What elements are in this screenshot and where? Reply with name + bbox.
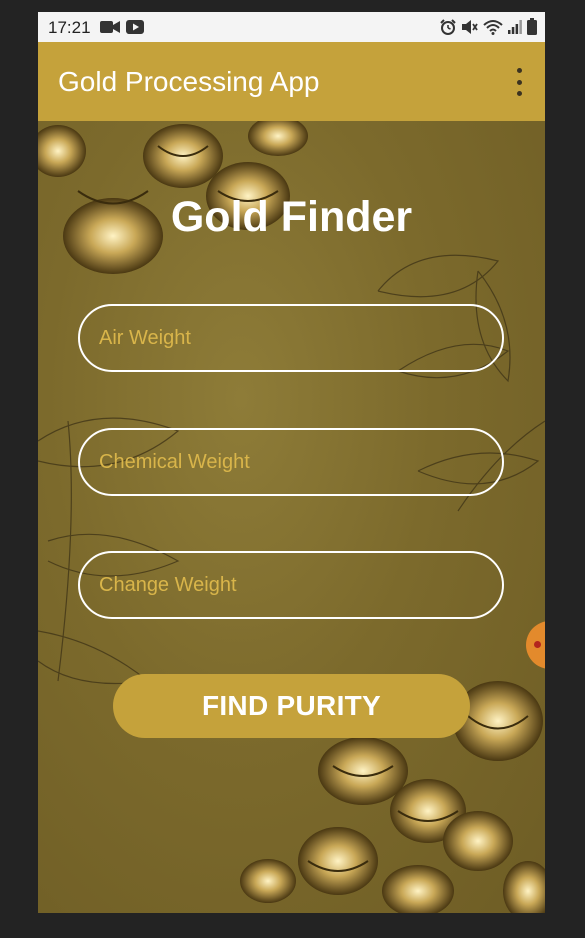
status-left-icons xyxy=(100,20,144,34)
phone-screen: 17:21 Gold Processing App Gold Finder Ai… xyxy=(38,12,545,913)
signal-icon xyxy=(508,19,522,34)
status-right-icons xyxy=(440,18,537,35)
youtube-icon xyxy=(126,20,144,34)
air-weight-input[interactable] xyxy=(78,304,504,372)
change-weight-input[interactable] xyxy=(78,551,504,619)
page-title: Gold Finder xyxy=(170,193,413,241)
more-options-button[interactable] xyxy=(507,68,531,96)
main-content: Gold Finder FIND PURITY xyxy=(38,121,545,913)
record-dot-icon xyxy=(534,641,541,648)
app-bar: Gold Processing App xyxy=(38,42,545,121)
wifi-icon xyxy=(483,19,503,35)
video-camera-icon xyxy=(100,21,120,33)
more-vert-icon xyxy=(516,68,522,73)
battery-icon xyxy=(527,18,537,35)
mute-icon xyxy=(462,19,478,34)
status-bar: 17:21 xyxy=(38,12,545,42)
app-title: Gold Processing App xyxy=(58,66,320,97)
alarm-icon xyxy=(440,18,456,35)
chemical-weight-input[interactable] xyxy=(78,428,504,496)
find-purity-button[interactable]: FIND PURITY xyxy=(113,674,470,738)
status-time: 17:21 xyxy=(48,18,91,37)
